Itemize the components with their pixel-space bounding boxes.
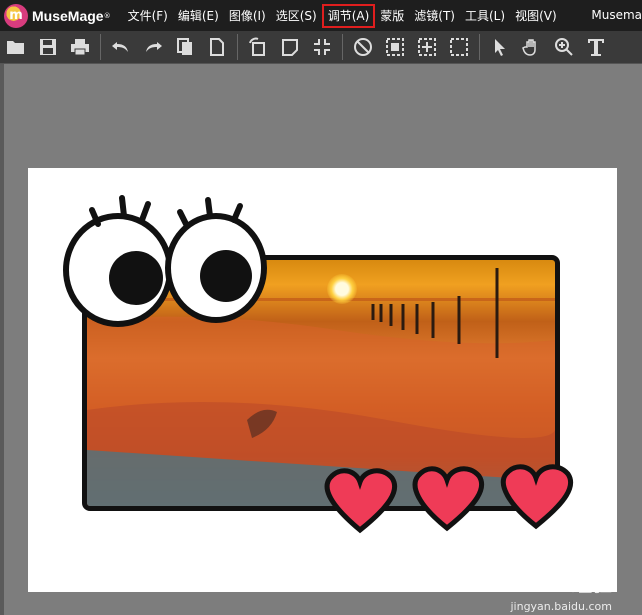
baidu-watermark-url: jingyan.baidu.com (510, 600, 612, 613)
baidu-watermark: Baidu 经验 (500, 572, 612, 596)
select-dashed-icon[interactable] (448, 36, 470, 58)
zoom-icon[interactable] (553, 36, 575, 58)
fit-icon[interactable] (311, 36, 333, 58)
print-icon[interactable] (69, 36, 91, 58)
menu-filter[interactable]: 滤镜(T) (409, 4, 460, 28)
text-icon[interactable] (585, 36, 607, 58)
menu-adjust[interactable]: 调节(A) (321, 3, 376, 28)
flip-icon[interactable] (279, 36, 301, 58)
toolbar-separator (342, 34, 343, 60)
no-select-icon[interactable] (352, 36, 374, 58)
redo-icon[interactable] (142, 36, 164, 58)
pointer-icon[interactable] (489, 36, 511, 58)
menu-tools[interactable]: 工具(L) (460, 4, 510, 28)
hand-icon[interactable] (521, 36, 543, 58)
select-move-icon[interactable] (416, 36, 438, 58)
toolbar-separator (100, 34, 101, 60)
toolbar (0, 31, 642, 64)
toolbar-separator (479, 34, 480, 60)
menu-select[interactable]: 选区(S) (271, 4, 322, 28)
copy-icon[interactable] (174, 36, 196, 58)
left-edge-panel (0, 64, 4, 615)
app-name: MuseMage (32, 7, 104, 24)
rotate-icon[interactable] (247, 36, 269, 58)
toolbar-separator (237, 34, 238, 60)
open-folder-icon[interactable] (5, 36, 27, 58)
menu-image[interactable]: 图像(I) (224, 4, 271, 28)
logo-icon: m (4, 3, 28, 28)
menu-file[interactable]: 文件(F) (123, 4, 173, 28)
sunset-photo[interactable] (82, 255, 560, 511)
window-title: Musema (591, 8, 642, 22)
menu-edit[interactable]: 编辑(E) (173, 4, 224, 28)
save-icon[interactable] (37, 36, 59, 58)
select-rect-icon[interactable] (384, 36, 406, 58)
menu-bar: m MuseMage ® 文件(F) 编辑(E) 图像(I) 选区(S) 调节(… (0, 0, 642, 31)
app-logo: m MuseMage ® (4, 3, 117, 28)
menu-mask[interactable]: 蒙版 (375, 4, 409, 28)
new-page-icon[interactable] (206, 36, 228, 58)
trademark-symbol: ® (103, 11, 111, 20)
menu-view[interactable]: 视图(V) (510, 4, 562, 28)
undo-icon[interactable] (110, 36, 132, 58)
snow-field-art (87, 268, 555, 506)
